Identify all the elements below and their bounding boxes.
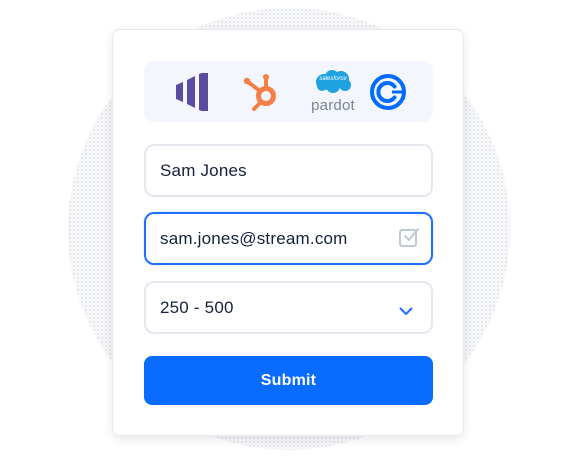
submit-button[interactable]: Submit (144, 356, 433, 405)
hubspot-logo-icon (240, 61, 284, 122)
email-valid-checkbox-icon (399, 228, 419, 247)
name-field[interactable]: Sam Jones (144, 144, 433, 197)
salesforce-pardot-logo-icon: salesforce pardot (305, 61, 361, 122)
salesforce-badge-text: salesforce (319, 76, 347, 82)
pardot-label: pardot (311, 97, 355, 114)
chevron-down-icon (399, 303, 413, 321)
integrations-logo-strip: salesforce pardot (144, 61, 433, 122)
email-field[interactable]: sam.jones@stream.com (144, 212, 433, 265)
name-field-value: Sam Jones (160, 160, 247, 180)
lead-form-card: salesforce pardot Sam Jones sam.jones@st… (112, 29, 464, 436)
company-size-select[interactable]: 250 - 500 (144, 281, 433, 334)
company-size-value: 250 - 500 (160, 297, 234, 317)
email-field-value: sam.jones@stream.com (160, 228, 348, 248)
calendly-logo-icon (366, 61, 410, 122)
marketo-logo-icon (170, 61, 214, 122)
